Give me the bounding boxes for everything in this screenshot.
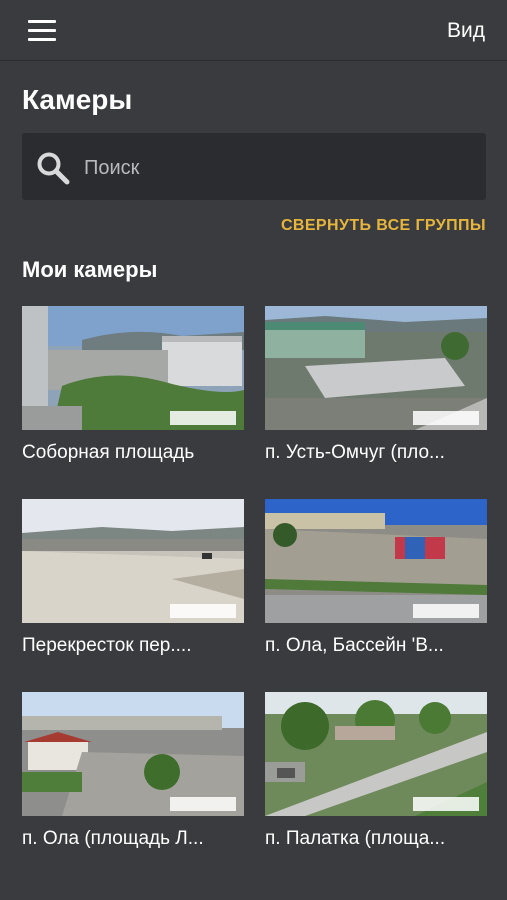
hamburger-icon[interactable]: [28, 20, 56, 42]
camera-card[interactable]: Перекресток пер....: [22, 499, 244, 657]
camera-name: Соборная площадь: [22, 442, 195, 463]
camera-thumbnail[interactable]: [265, 499, 487, 623]
camera-card[interactable]: Соборная площадь: [22, 306, 244, 464]
camera-name: п. Усть-Омчуг (пло...: [265, 442, 445, 463]
search-bar[interactable]: [22, 133, 486, 200]
camera-card[interactable]: п. Усть-Омчуг (пло...: [265, 306, 487, 464]
camera-card[interactable]: п. Ола (площадь Л...: [22, 692, 244, 850]
camera-name: п. Палатка (площа...: [265, 828, 446, 849]
camera-card[interactable]: п. Палатка (площа...: [265, 692, 487, 850]
watermark-logo: [170, 797, 236, 811]
camera-thumbnail[interactable]: [22, 692, 244, 816]
camera-name: Перекресток пер....: [22, 635, 192, 656]
watermark-logo: [413, 411, 479, 425]
top-bar: Вид: [0, 0, 507, 61]
camera-thumbnail[interactable]: [265, 306, 487, 430]
view-button[interactable]: Вид: [447, 19, 485, 43]
search-icon: [37, 152, 70, 185]
page-title: Камеры: [22, 84, 133, 115]
camera-name: п. Ола, Бассейн 'В...: [265, 635, 444, 656]
camera-card[interactable]: п. Ола, Бассейн 'В...: [265, 499, 487, 657]
watermark-logo: [413, 604, 479, 618]
watermark-logo: [413, 797, 479, 811]
camera-thumbnail[interactable]: [22, 306, 244, 430]
collapse-all-groups-button[interactable]: СВЕРНУТЬ ВСЕ ГРУППЫ: [281, 217, 486, 235]
search-input[interactable]: [82, 147, 476, 189]
camera-name: п. Ола (площадь Л...: [22, 828, 204, 849]
watermark-logo: [170, 604, 236, 618]
camera-thumbnail[interactable]: [265, 692, 487, 816]
section-title: Мои камеры: [22, 257, 158, 282]
camera-thumbnail[interactable]: [22, 499, 244, 623]
watermark-logo: [170, 411, 236, 425]
